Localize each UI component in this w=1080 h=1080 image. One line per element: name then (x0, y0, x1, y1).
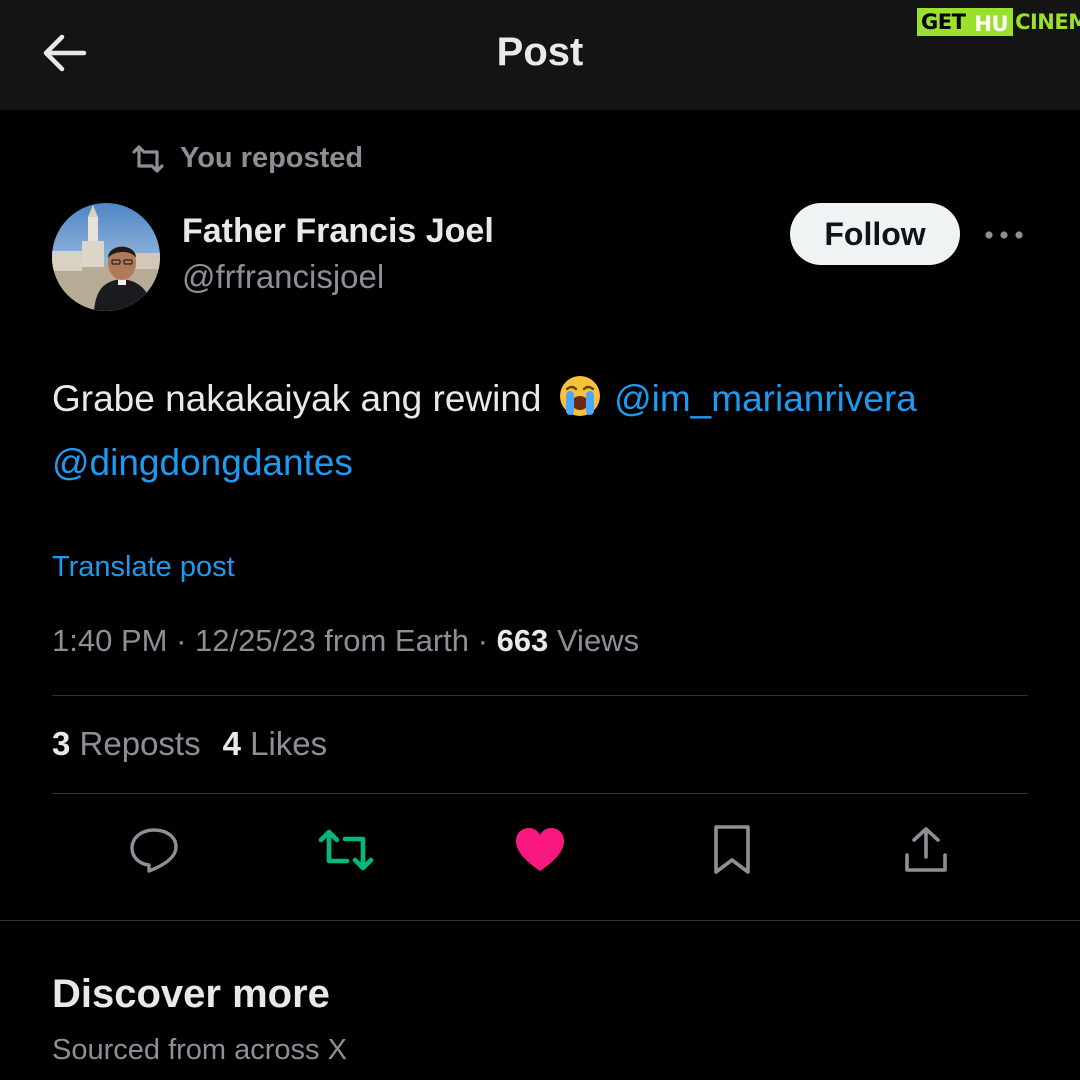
likes-label: Likes (250, 725, 328, 762)
mention-link[interactable]: @dingdongdantes (52, 442, 353, 483)
share-icon (905, 827, 947, 872)
watermark-part-b: HU (969, 8, 1014, 36)
views-count: 663 (496, 623, 549, 658)
reposts-count: 3 (52, 725, 71, 762)
repost-icon (318, 829, 374, 871)
watermark-part-c: CINEMA (1015, 10, 1080, 34)
share-button[interactable] (896, 822, 956, 878)
bookmark-button[interactable] (702, 822, 762, 878)
heart-icon (516, 828, 564, 871)
post-metadata: 1:40 PM · 12/25/23 from Earth · 663 View… (52, 623, 639, 659)
watermark-logo: GET HU CINEMA (917, 8, 1080, 36)
engagement-stats: 3 Reposts 4 Likes (52, 725, 327, 763)
like-button[interactable] (510, 822, 570, 878)
reply-icon (130, 828, 178, 873)
post-body-text: Grabe nakakaiyak ang rewind (52, 378, 542, 419)
repost-icon (132, 144, 164, 173)
meta-separator: · (176, 623, 196, 658)
more-options-button[interactable] (982, 220, 1026, 250)
discover-more-heading: Discover more (52, 972, 330, 1016)
more-dots-icon (985, 231, 1023, 239)
author-name[interactable]: Father Francis Joel (182, 212, 494, 251)
meta-separator: · (477, 623, 497, 658)
views-label: Views (556, 623, 640, 658)
watermark-part-a: GET (917, 8, 970, 36)
reply-button[interactable] (124, 822, 184, 878)
reposts-stat[interactable]: 3 Reposts (52, 725, 201, 763)
reposts-label: Reposts (79, 725, 201, 762)
post-date-source: 12/25/23 from Earth (195, 623, 470, 658)
likes-stat[interactable]: 4 Likes (223, 725, 328, 763)
divider (52, 695, 1028, 696)
bookmark-icon (714, 825, 750, 874)
section-divider (0, 920, 1080, 921)
avatar[interactable] (52, 203, 160, 311)
author-handle[interactable]: @frfrancisjoel (182, 258, 384, 296)
mention-link[interactable]: @im_marianrivera (614, 378, 917, 419)
translate-post-link[interactable]: Translate post (52, 551, 235, 584)
repost-notice[interactable]: You reposted (130, 142, 363, 175)
post-time[interactable]: 1:40 PM (52, 623, 167, 658)
page-title: Post (496, 30, 584, 74)
likes-count: 4 (222, 725, 241, 762)
loudly-crying-face-icon (558, 374, 602, 434)
follow-button[interactable]: Follow (790, 203, 960, 265)
repost-button[interactable] (316, 822, 376, 878)
discover-more-subtitle: Sourced from across X (52, 1034, 347, 1066)
divider (52, 793, 1028, 794)
post-text: Grabe nakakaiyak ang rewind @im_marianri… (52, 370, 1042, 491)
repost-notice-text: You reposted (180, 142, 364, 174)
